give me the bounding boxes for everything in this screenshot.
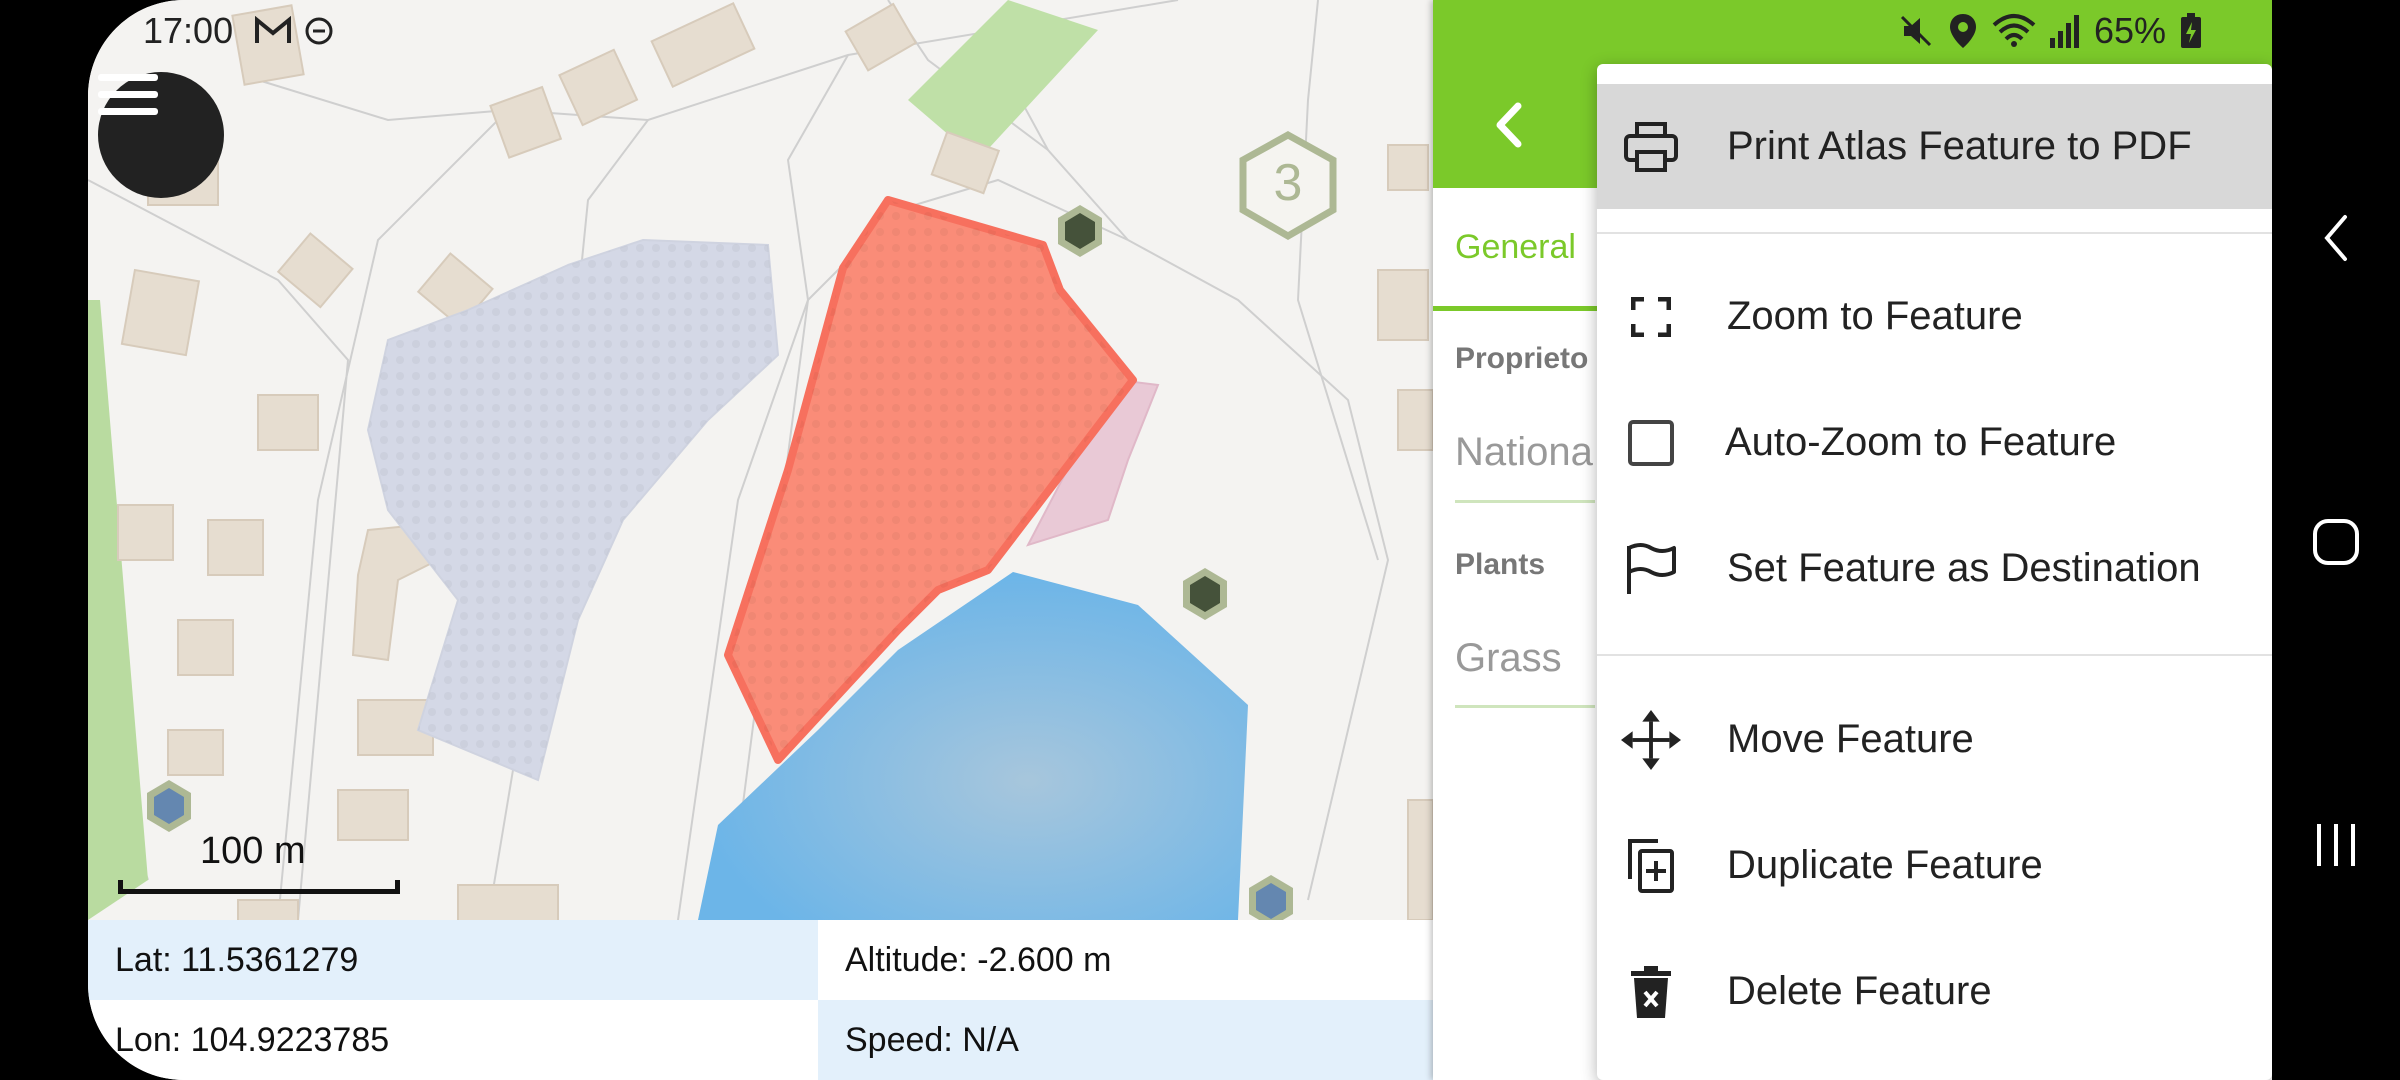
- field-label-proprietor: Proprieto: [1455, 342, 1589, 375]
- system-back-button[interactable]: [2296, 198, 2376, 278]
- back-button[interactable]: [1473, 90, 1543, 160]
- menu-item-move-feature[interactable]: Move Feature: [1597, 677, 2272, 802]
- tab-indicator: [1433, 306, 1603, 311]
- back-arrow-icon: [1496, 102, 1522, 148]
- menu-divider: [1597, 232, 2272, 234]
- latitude-text: Lat: 11.5361279: [88, 920, 818, 1000]
- checkbox-icon[interactable]: [1621, 413, 1681, 473]
- field-underline: [1455, 705, 1595, 708]
- cluster-count-label[interactable]: 3: [1263, 153, 1313, 213]
- menu-label: Zoom to Feature: [1727, 294, 2023, 338]
- home-icon: [2313, 519, 2359, 565]
- longitude-text: Lon: 104.9223785: [88, 1000, 818, 1080]
- hamburger-icon: [98, 74, 158, 115]
- field-value-proprietor[interactable]: Nationa: [1455, 430, 1593, 475]
- map-layers: [88, 0, 1433, 920]
- move-icon: [1621, 709, 1681, 770]
- battery-icon: [2181, 13, 2201, 48]
- scale-label: 100 m: [200, 830, 306, 872]
- menu-item-duplicate-feature[interactable]: Duplicate Feature: [1597, 803, 2272, 928]
- mute-icon: [1900, 15, 1931, 47]
- menu-label: Delete Feature: [1727, 969, 1992, 1013]
- signal-icon: [2049, 15, 2079, 48]
- field-label-plants: Plants: [1455, 548, 1546, 581]
- main-menu-button[interactable]: [98, 72, 224, 198]
- flag-icon: [1621, 539, 1681, 599]
- position-info-panel: Lat: 11.5361279 Altitude: -2.600 m Lon: …: [88, 920, 1433, 1080]
- system-recents-button[interactable]: [2296, 805, 2376, 885]
- tab-general[interactable]: General: [1455, 228, 1576, 267]
- scale-bar: [118, 880, 400, 894]
- field-underline: [1455, 500, 1595, 503]
- menu-item-set-destination[interactable]: Set Feature as Destination: [1597, 506, 2272, 631]
- status-time: 17:00: [143, 10, 234, 51]
- duplicate-icon: [1621, 836, 1681, 896]
- field-value-plants[interactable]: Grass: [1455, 636, 1562, 681]
- back-chevron-icon: [2324, 215, 2347, 261]
- system-navigation-bar: [2272, 0, 2400, 1080]
- system-status-icons: 65%: [1898, 10, 2202, 52]
- menu-label: Print Atlas Feature to PDF: [1727, 124, 2192, 168]
- zoom-extent-icon: [1621, 287, 1681, 347]
- trash-icon: [1621, 962, 1681, 1022]
- menu-item-delete-feature[interactable]: Delete Feature: [1597, 929, 2272, 1054]
- battery-percent: 65%: [2093, 10, 2166, 51]
- menu-label: Move Feature: [1727, 717, 1974, 761]
- altitude-text: Altitude: -2.600 m: [818, 920, 1433, 1000]
- menu-item-print-atlas[interactable]: Print Atlas Feature to PDF: [1597, 84, 2272, 209]
- speed-text: Speed: N/A: [818, 1000, 1433, 1080]
- feature-actions-menu: Print Atlas Feature to PDF Zoom to Featu…: [1597, 64, 2272, 1080]
- location-icon: [1949, 14, 1976, 48]
- menu-divider: [1597, 654, 2272, 656]
- menu-label: Auto-Zoom to Feature: [1725, 420, 2117, 464]
- menu-label: Set Feature as Destination: [1727, 546, 2201, 590]
- menu-item-auto-zoom[interactable]: Auto-Zoom to Feature: [1597, 380, 2272, 505]
- recents-icon: [2317, 824, 2355, 866]
- map-canvas[interactable]: 3 17:00 100 m: [88, 0, 1433, 920]
- menu-label: Duplicate Feature: [1727, 843, 2043, 887]
- wifi-icon: [1992, 14, 2036, 47]
- printer-icon: [1621, 117, 1681, 177]
- system-home-button[interactable]: [2296, 502, 2376, 582]
- screen: 3 17:00 100 m Lat: 11.5361279 Altitude: …: [0, 0, 2272, 1080]
- menu-item-zoom-to-feature[interactable]: Zoom to Feature: [1597, 254, 2272, 379]
